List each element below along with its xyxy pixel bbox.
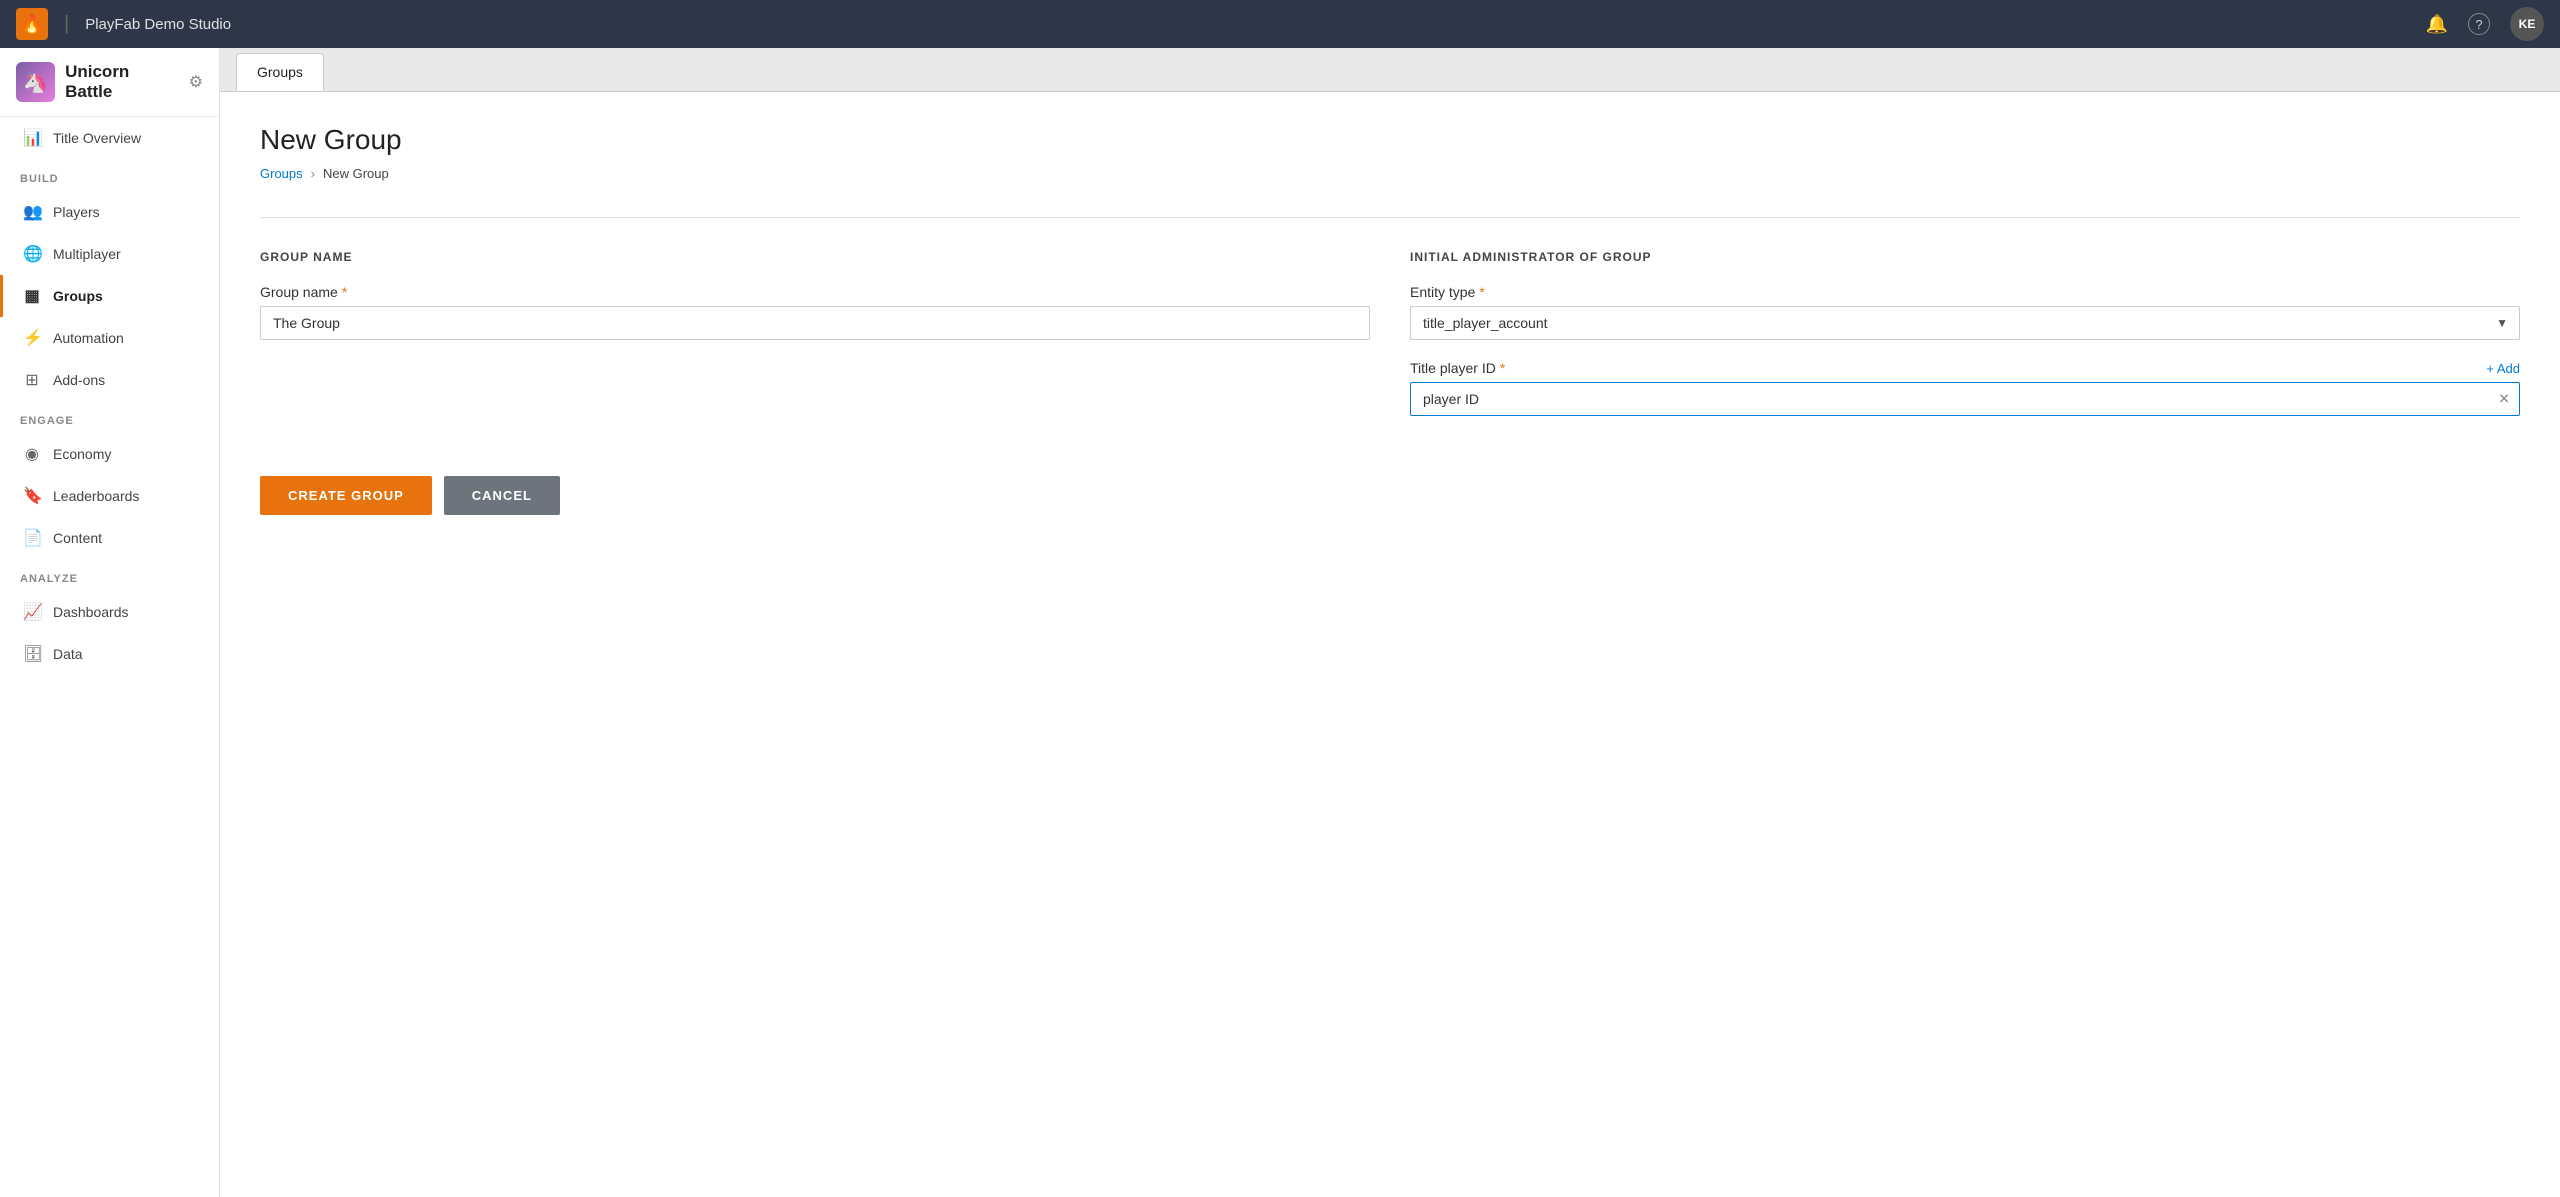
multiplayer-icon: 🌐	[23, 244, 41, 264]
breadcrumb: Groups › New Group	[260, 166, 2520, 181]
sidebar-item-label: Economy	[53, 446, 111, 462]
player-id-field: Title player ID * + Add ✕	[1410, 360, 2520, 416]
form-grid: GROUP NAME Group name * INITIAL ADMINIST…	[260, 250, 2520, 436]
sidebar-item-label: Leaderboards	[53, 488, 139, 504]
sidebar-item-multiplayer[interactable]: 🌐 Multiplayer	[0, 233, 219, 275]
entity-type-select[interactable]: title_player_account master_player_accou…	[1410, 306, 2520, 340]
sidebar-item-label: Players	[53, 204, 100, 220]
entity-type-field: Entity type * title_player_account maste…	[1410, 284, 2520, 340]
players-icon: 👥	[23, 202, 41, 222]
addons-icon: ⊞	[23, 370, 41, 390]
button-row: CREATE GROUP CANCEL	[260, 476, 2520, 515]
content-icon: 📄	[23, 528, 41, 548]
topnav-logo[interactable]: 🔥	[16, 8, 48, 40]
automation-icon: ⚡	[23, 328, 41, 348]
group-name-input[interactable]	[260, 306, 1370, 340]
admin-section-title: INITIAL ADMINISTRATOR OF GROUP	[1410, 250, 2520, 264]
group-name-field: Group name *	[260, 284, 1370, 340]
cancel-button[interactable]: CANCEL	[444, 476, 560, 515]
required-star-player: *	[1500, 360, 1505, 376]
breadcrumb-current: New Group	[323, 166, 389, 181]
page-title: New Group	[260, 124, 2520, 156]
topnav-right: 🔔 ? KE	[2426, 7, 2544, 41]
sidebar-item-economy[interactable]: ◉ Economy	[0, 433, 219, 475]
game-icon: 🦄	[16, 62, 55, 102]
required-star: *	[342, 284, 347, 300]
tab-bar: Groups	[220, 48, 2560, 92]
topnav-title: PlayFab Demo Studio	[85, 16, 231, 33]
sidebar-item-label: Title Overview	[53, 130, 141, 146]
breadcrumb-separator: ›	[311, 166, 315, 181]
sidebar-item-label: Dashboards	[53, 604, 129, 620]
economy-icon: ◉	[23, 444, 41, 464]
sidebar-item-label: Data	[53, 646, 83, 662]
gear-icon[interactable]: ⚙	[189, 72, 203, 92]
help-icon[interactable]: ?	[2468, 13, 2490, 35]
title-overview-icon: 📊	[23, 128, 41, 148]
sidebar-item-leaderboards[interactable]: 🔖 Leaderboards	[0, 475, 219, 517]
game-title: Unicorn Battle	[65, 62, 179, 102]
player-id-label: Title player ID *	[1410, 360, 1505, 376]
admin-section: INITIAL ADMINISTRATOR OF GROUP Entity ty…	[1410, 250, 2520, 436]
content-area: New Group Groups › New Group GROUP NAME …	[220, 92, 2560, 1197]
entity-type-label: Entity type *	[1410, 284, 2520, 300]
group-name-section-title: GROUP NAME	[260, 250, 1370, 264]
create-group-button[interactable]: CREATE GROUP	[260, 476, 432, 515]
required-star-entity: *	[1479, 284, 1484, 300]
leaderboards-icon: 🔖	[23, 486, 41, 506]
sidebar-header: 🦄 Unicorn Battle ⚙	[0, 48, 219, 117]
section-divider	[260, 217, 2520, 218]
sidebar-item-addons[interactable]: ⊞ Add-ons	[0, 359, 219, 401]
clear-icon[interactable]: ✕	[2498, 391, 2510, 408]
sidebar-item-dashboards[interactable]: 📈 Dashboards	[0, 591, 219, 633]
group-name-section: GROUP NAME Group name *	[260, 250, 1370, 436]
sidebar-item-players[interactable]: 👥 Players	[0, 191, 219, 233]
sidebar-item-label: Content	[53, 530, 102, 546]
sidebar-item-content[interactable]: 📄 Content	[0, 517, 219, 559]
data-icon: 🗄	[23, 644, 41, 664]
sidebar-section-build: BUILD	[0, 159, 219, 191]
sidebar-item-title-overview[interactable]: 📊 Title Overview	[0, 117, 219, 159]
breadcrumb-link-groups[interactable]: Groups	[260, 166, 303, 181]
sidebar: 🦄 Unicorn Battle ⚙ 📊 Title Overview BUIL…	[0, 48, 220, 1197]
sidebar-section-engage: ENGAGE	[0, 401, 219, 433]
sidebar-item-groups[interactable]: ▦ Groups	[0, 275, 219, 317]
player-id-row: Title player ID * + Add	[1410, 360, 2520, 376]
logo-icon: 🔥	[21, 14, 43, 35]
sidebar-item-label: Multiplayer	[53, 246, 121, 262]
sidebar-item-automation[interactable]: ⚡ Automation	[0, 317, 219, 359]
main-content: Groups New Group Groups › New Group GROU…	[220, 48, 2560, 1197]
sidebar-section-analyze: ANALYZE	[0, 559, 219, 591]
entity-type-select-wrapper: title_player_account master_player_accou…	[1410, 306, 2520, 340]
topnav: 🔥 | PlayFab Demo Studio 🔔 ? KE	[0, 0, 2560, 48]
layout: 🦄 Unicorn Battle ⚙ 📊 Title Overview BUIL…	[0, 48, 2560, 1197]
groups-icon: ▦	[23, 286, 41, 306]
user-avatar[interactable]: KE	[2510, 7, 2544, 41]
sidebar-item-label: Add-ons	[53, 372, 105, 388]
tab-groups[interactable]: Groups	[236, 53, 324, 91]
player-id-input[interactable]	[1410, 382, 2520, 416]
group-name-label: Group name *	[260, 284, 1370, 300]
sidebar-item-label: Groups	[53, 288, 103, 304]
topnav-separator: |	[64, 13, 69, 36]
player-id-input-wrapper: ✕	[1410, 382, 2520, 416]
add-player-link[interactable]: + Add	[2486, 361, 2520, 376]
sidebar-item-data[interactable]: 🗄 Data	[0, 633, 219, 675]
sidebar-item-label: Automation	[53, 330, 124, 346]
dashboards-icon: 📈	[23, 602, 41, 622]
bell-icon[interactable]: 🔔	[2426, 14, 2448, 35]
